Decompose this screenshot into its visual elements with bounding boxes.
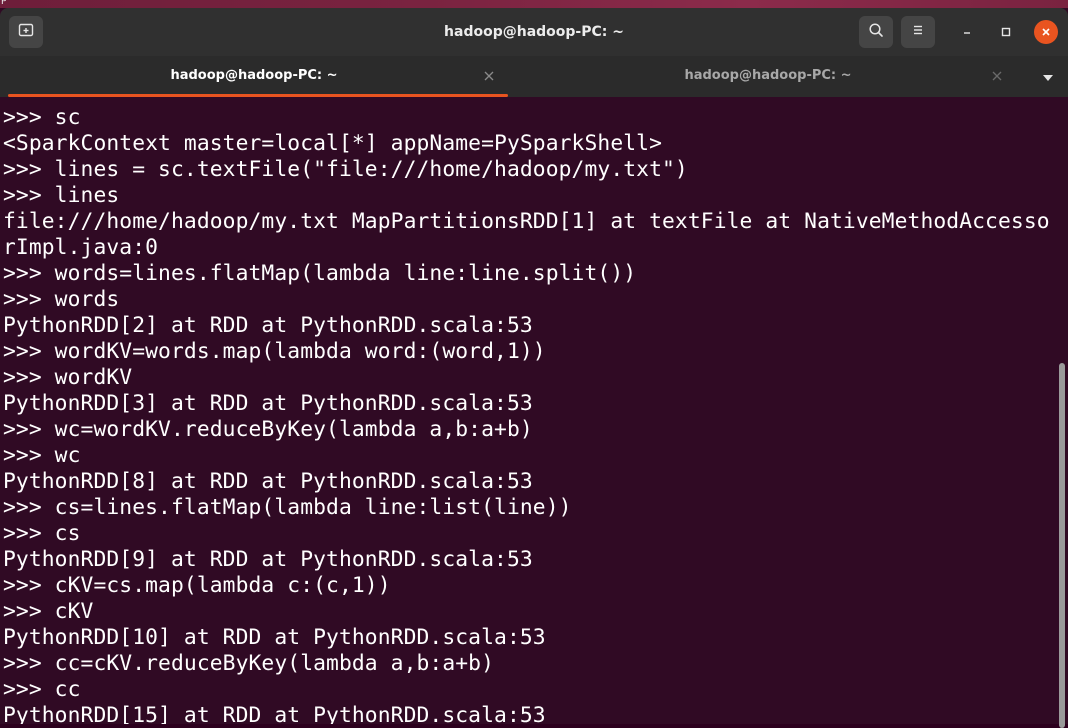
maximize-icon [1000, 23, 1012, 42]
chevron-down-icon [1042, 67, 1054, 86]
terminal-line: >>> cs [3, 521, 81, 546]
terminal-line: PythonRDD[10] at RDD at PythonRDD.scala:… [3, 625, 546, 650]
tab-close-icon [992, 66, 1002, 85]
terminal-line: >>> wc [3, 443, 81, 468]
terminal-line: rImpl.java:0 [3, 235, 159, 260]
desktop-background-strip: P [0, 0, 1068, 8]
header-bar: hadoop@hadoop-PC: ~ [0, 8, 1068, 56]
terminal-line: >>> sc [3, 105, 81, 130]
terminal-line: >>> lines [3, 183, 120, 208]
terminal-line: PythonRDD[3] at RDD at PythonRDD.scala:5… [3, 391, 533, 416]
terminal-line: >>> wordKV=words.map(lambda word:(word,1… [3, 339, 546, 364]
minimize-icon [961, 23, 973, 42]
new-tab-icon [18, 22, 34, 42]
tab-list-dropdown-button[interactable] [1040, 68, 1056, 84]
tab-1-label: hadoop@hadoop-PC: ~ [170, 67, 338, 83]
terminal-line: >>> cs=lines.flatMap(lambda line:list(li… [3, 495, 572, 520]
desktop-corner-glyph: P [1, 0, 7, 7]
tab-bar: hadoop@hadoop-PC: ~ hadoop@hadoop-PC: ~ [0, 56, 1068, 97]
terminal-window: hadoop@hadoop-PC: ~ hadoop@hadoop-PC: ~ … [0, 8, 1068, 728]
minimize-button[interactable] [955, 20, 979, 44]
close-window-button[interactable] [1034, 20, 1058, 44]
maximize-button[interactable] [994, 20, 1018, 44]
search-button[interactable] [859, 16, 893, 48]
terminal-line: >>> words [3, 287, 120, 312]
terminal-line: >>> cKV [3, 599, 94, 624]
terminal-line: <SparkContext master=local[*] appName=Py… [3, 131, 663, 156]
tab-close-icon [484, 66, 494, 85]
search-icon [868, 22, 884, 42]
terminal-line: file:///home/hadoop/my.txt MapPartitions… [3, 209, 1050, 234]
tab-2-close-button[interactable] [990, 68, 1004, 82]
terminal-line: >>> cc [3, 677, 81, 702]
terminal-line: >>> wc=wordKV.reduceByKey(lambda a,b:a+b… [3, 417, 533, 442]
terminal-line: >>> words=lines.flatMap(lambda line:line… [3, 261, 637, 286]
hamburger-menu-icon [910, 22, 926, 42]
terminal-output[interactable]: >>> sc <SparkContext master=local[*] appN… [0, 97, 1058, 724]
terminal-scrollbar[interactable] [1059, 363, 1065, 728]
terminal-line: PythonRDD[15] at RDD at PythonRDD.scala:… [3, 703, 546, 724]
tab-1[interactable]: hadoop@hadoop-PC: ~ [0, 56, 508, 97]
tab-1-close-button[interactable] [482, 68, 496, 82]
terminal-line: >>> wordKV [3, 365, 133, 390]
tab-2-label: hadoop@hadoop-PC: ~ [684, 67, 852, 83]
terminal-line: >>> lines = sc.textFile("file:///home/ha… [3, 157, 688, 182]
terminal-line: >>> cc=cKV.reduceByKey(lambda a,b:a+b) [3, 651, 495, 676]
terminal-line: PythonRDD[8] at RDD at PythonRDD.scala:5… [3, 469, 533, 494]
new-tab-button[interactable] [9, 16, 43, 48]
terminal-line: PythonRDD[2] at RDD at PythonRDD.scala:5… [3, 313, 533, 338]
menu-button[interactable] [901, 16, 935, 48]
tab-2[interactable]: hadoop@hadoop-PC: ~ [508, 56, 1028, 97]
close-icon [1040, 23, 1052, 42]
terminal-line: >>> cKV=cs.map(lambda c:(c,1)) [3, 573, 391, 598]
terminal-line: PythonRDD[9] at RDD at PythonRDD.scala:5… [3, 547, 533, 572]
